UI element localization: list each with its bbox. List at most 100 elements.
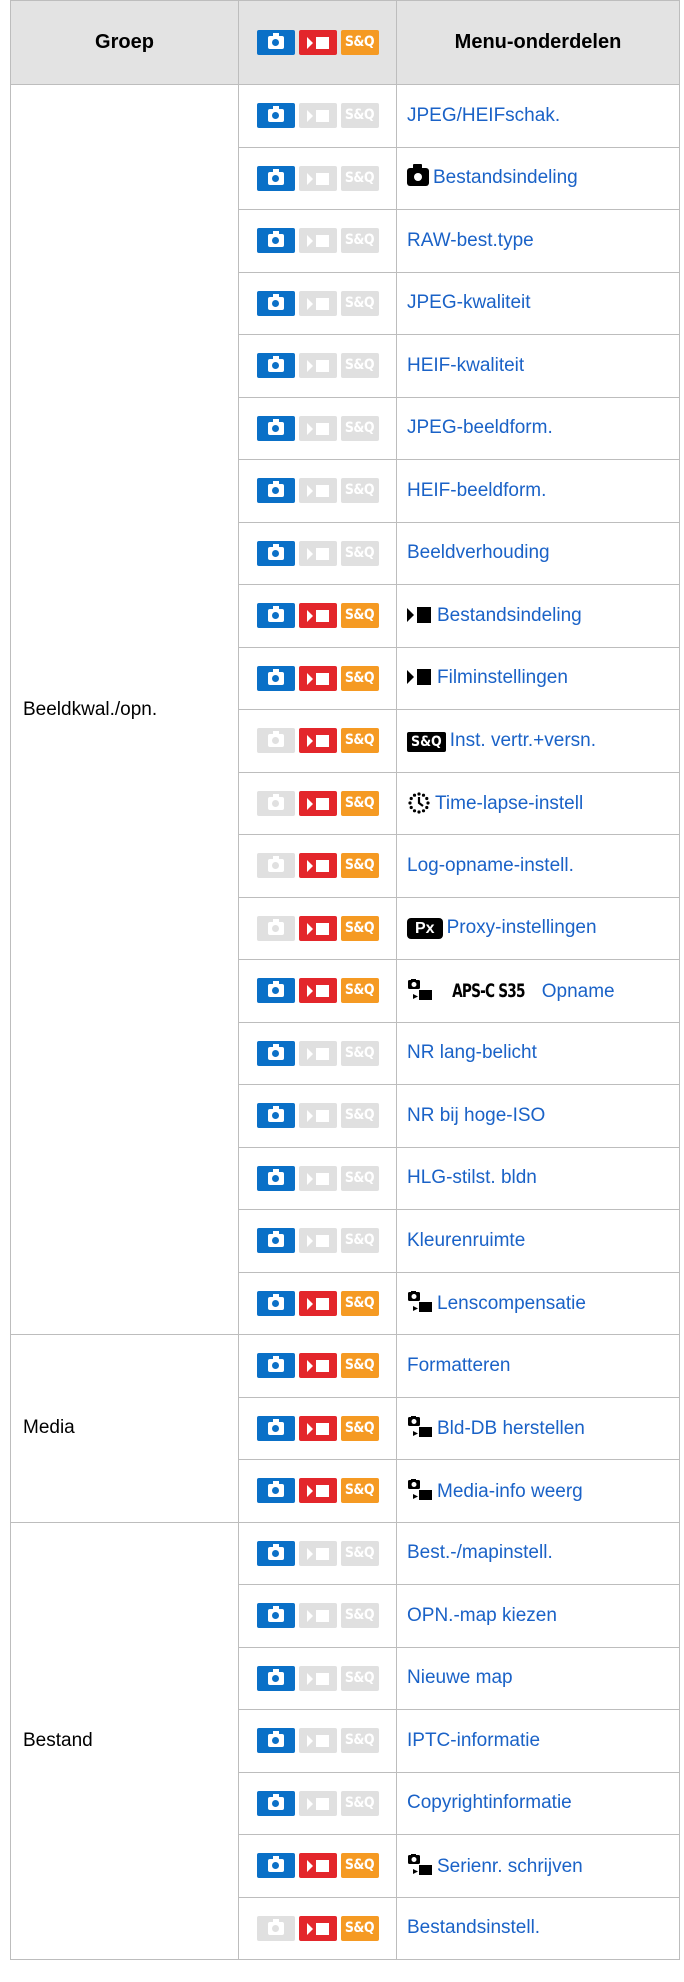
sq-mode-label: S&Q [344, 1607, 375, 1624]
sq-mode-label: S&Q [344, 294, 375, 311]
menu-item-link[interactable]: RAW-best.type [407, 230, 534, 251]
sq-mode-label: S&Q [344, 34, 375, 50]
menu-item-link[interactable]: Formatteren [407, 1355, 510, 1376]
mode-icons-cell: S&Q [238, 1709, 397, 1773]
header-menu: Menu-onderdelen [396, 0, 680, 85]
menu-item-link[interactable]: HEIF-kwaliteit [407, 355, 524, 376]
menu-item-link[interactable]: NR lang-belicht [407, 1042, 537, 1063]
menu-item-link[interactable]: OPN.-map kiezen [407, 1605, 557, 1626]
menu-item-cell: JPEG-kwaliteit [396, 271, 680, 335]
menu-item-link[interactable]: Best.-/mapinstell. [407, 1542, 553, 1563]
mode-icons-cell: S&Q [238, 1771, 397, 1835]
group-cell: Bestand [10, 1521, 239, 1960]
movie-icon [298, 665, 337, 691]
movie-icon [298, 915, 337, 941]
movie-icon [298, 978, 337, 1004]
movie-icon [298, 478, 337, 504]
proxy-icon: Px [407, 918, 443, 940]
sq-mode-icon: S&Q [340, 853, 379, 879]
sq-mode-label: S&Q [344, 857, 375, 874]
menu-item-cell: Lenscompensatie [396, 1271, 680, 1335]
movie-icon [298, 1540, 337, 1566]
mode-icons-cell: S&Q [238, 271, 397, 335]
sq-mode-icon: S&Q [340, 915, 379, 941]
menu-item-cell: Beeldverhouding [396, 521, 680, 585]
sq-mode-icon: S&Q [340, 228, 379, 254]
movie-icon [298, 540, 337, 566]
menu-item-cell: APS-C S35 Opname [396, 959, 680, 1023]
sq-mode-icon: S&Q [340, 1603, 379, 1629]
menu-item-link[interactable]: Serienr. schrijven [437, 1856, 583, 1877]
mode-icons-cell: S&Q [238, 1834, 397, 1898]
camera-photo-icon [256, 103, 295, 129]
camera-photo-icon [256, 853, 295, 879]
sq-mode-icon: S&Q [340, 1728, 379, 1754]
photo-movie-select-icon [408, 978, 432, 1000]
movie-icon [298, 1353, 337, 1379]
mode-icons-cell: S&Q [238, 896, 397, 960]
sq-mode-label: S&Q [344, 732, 375, 749]
menu-item-link[interactable]: NR bij hoge-ISO [407, 1105, 545, 1126]
menu-item-cell: JPEG-beeldform. [396, 396, 680, 460]
menu-item-link[interactable]: Bestandsindeling [433, 167, 578, 188]
movie-icon [407, 606, 433, 624]
menu-item-link[interactable]: Proxy-instellingen [447, 917, 597, 938]
menu-item-link[interactable]: Lenscompensatie [437, 1293, 586, 1314]
camera-photo-icon [256, 1540, 295, 1566]
mode-icons-cell: S&Q [238, 209, 397, 273]
menu-item-cell: JPEG/HEIFschak. [396, 84, 680, 148]
menu-item-link[interactable]: HEIF-beeldform. [407, 480, 546, 501]
mode-icons-cell: S&Q [238, 709, 397, 773]
sq-mode-label: S&Q [344, 1044, 375, 1061]
camera-photo-icon [256, 728, 295, 754]
sq-mode-label: S&Q [344, 1482, 375, 1499]
sq-mode-label: S&Q [344, 107, 375, 124]
camera-photo-icon [256, 540, 295, 566]
camera-photo-icon [256, 1478, 295, 1504]
menu-item-link[interactable]: Bestandsinstell. [407, 1917, 540, 1938]
mode-icons-cell: S&Q [238, 646, 397, 710]
menu-item-cell: Bestandsinstell. [396, 1896, 680, 1960]
sq-mode-icon: S&Q [340, 1228, 379, 1254]
movie-icon [298, 228, 337, 254]
mode-icons-cell: S&Q [238, 1021, 397, 1085]
sq-mode-label: S&Q [344, 482, 375, 499]
menu-item-cell: NR bij hoge-ISO [396, 1084, 680, 1148]
sq-mode-icon: S&Q [340, 478, 379, 504]
mode-icons-cell: S&Q [238, 1271, 397, 1335]
menu-item-link[interactable]: JPEG-kwaliteit [407, 292, 531, 313]
menu-item-link[interactable]: JPEG/HEIFschak. [407, 105, 560, 126]
camera-photo-icon [256, 165, 295, 191]
menu-item-cell: OPN.-map kiezen [396, 1584, 680, 1648]
menu-item-cell: HEIF-beeldform. [396, 459, 680, 523]
menu-item-link[interactable]: HLG-stilst. bldn [407, 1167, 537, 1188]
menu-item-link[interactable]: Kleurenruimte [407, 1230, 525, 1251]
movie-icon [298, 1290, 337, 1316]
menu-item-link[interactable]: Time-lapse-instell [435, 793, 583, 814]
movie-icon [298, 1790, 337, 1816]
table-row: Beeldkwal./opn. S&Q JPEG/HEIFschak. [10, 84, 680, 1335]
movie-icon [298, 1165, 337, 1191]
menu-item-link[interactable]: Inst. vertr.+versn. [450, 730, 596, 751]
movie-icon [298, 728, 337, 754]
mode-icons-cell: S&Q [238, 1584, 397, 1648]
menu-item-cell: Serienr. schrijven [396, 1834, 680, 1898]
sq-mode-icon: S&Q [340, 103, 379, 129]
sq-mode-icon: S&Q [340, 1165, 379, 1191]
menu-item-link[interactable]: Opname [542, 981, 615, 1002]
menu-item-link[interactable]: Media-info weerg [437, 1481, 583, 1502]
menu-item-link[interactable]: Bestandsindeling [437, 605, 582, 626]
menu-item-link[interactable]: Log-opname-instell. [407, 855, 574, 876]
mode-icons-cell: S&Q [238, 1396, 397, 1460]
movie-icon [298, 290, 337, 316]
menu-item-link[interactable]: Copyrightinformatie [407, 1792, 572, 1813]
camera-photo-icon [256, 1228, 295, 1254]
sq-mode-icon: S&Q [340, 1040, 379, 1066]
mode-icons-cell: S&Q [238, 84, 397, 148]
menu-item-link[interactable]: Nieuwe map [407, 1667, 513, 1688]
menu-item-link[interactable]: JPEG-beeldform. [407, 417, 553, 438]
menu-item-link[interactable]: Beeldverhouding [407, 542, 550, 563]
menu-item-link[interactable]: Bld-DB herstellen [437, 1418, 585, 1439]
menu-item-link[interactable]: Filminstellingen [437, 667, 568, 688]
menu-item-link[interactable]: IPTC-informatie [407, 1730, 540, 1751]
